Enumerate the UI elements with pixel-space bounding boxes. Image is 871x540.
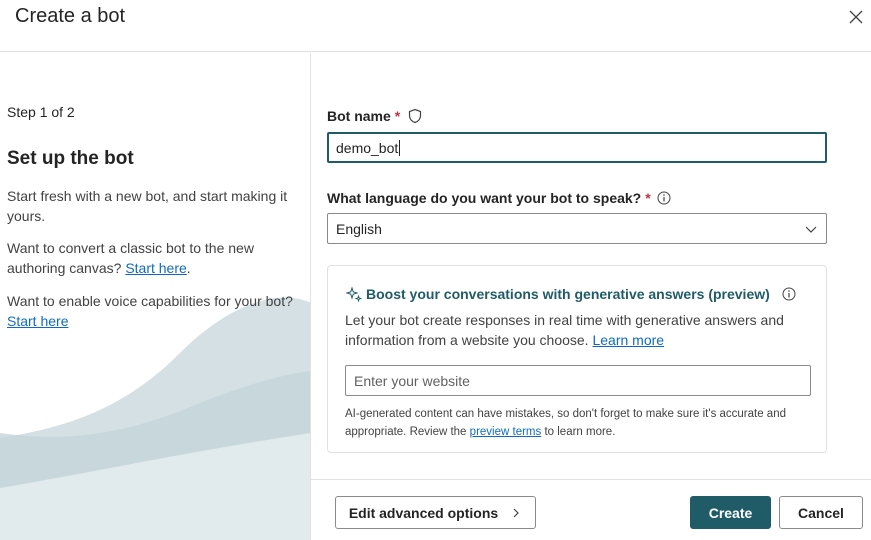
voice-start-link[interactable]: Start here (7, 313, 68, 329)
website-input[interactable] (345, 365, 811, 396)
close-button[interactable] (847, 8, 865, 26)
preview-terms-link[interactable]: preview terms (470, 426, 542, 438)
bot-name-value: demo_bot (336, 139, 399, 156)
advanced-label: Edit advanced options (348, 504, 499, 521)
create-button[interactable]: Create (690, 496, 771, 529)
convert-start-link[interactable]: Start here (125, 260, 186, 276)
step-label: Step 1 of 2 (7, 104, 75, 120)
sparkle-icon (346, 286, 362, 302)
required-mark: * (394, 108, 401, 124)
bot-name-input[interactable]: demo_bot (327, 132, 827, 163)
chevron-down-icon (805, 226, 817, 233)
cancel-button[interactable]: Cancel (779, 496, 863, 529)
left-pane: Step 1 of 2 Set up the bot Start fresh w… (0, 53, 311, 540)
language-label-text: What language do you want your bot to sp… (327, 190, 642, 206)
convert-text-suffix: . (186, 260, 191, 276)
info-icon[interactable] (657, 191, 671, 205)
language-value: English (336, 220, 382, 237)
generative-answers-card: Boost your conversations with generative… (327, 265, 827, 453)
generative-title: Boost your conversations with generative… (346, 286, 796, 302)
voice-text: Want to enable voice capabilities for yo… (7, 291, 303, 331)
generative-description-text: Let your bot create responses in real ti… (345, 312, 784, 348)
shield-icon (409, 108, 422, 124)
edit-advanced-options-button[interactable]: Edit advanced options (335, 496, 536, 529)
language-label: What language do you want your bot to sp… (327, 190, 671, 206)
close-icon (849, 10, 863, 24)
bot-name-label-text: Bot name (327, 108, 391, 124)
chevron-right-icon (513, 508, 520, 517)
intro-text: Start fresh with a new bot, and start ma… (7, 188, 288, 224)
dialog-title: Create a bot (15, 5, 126, 27)
language-select[interactable]: English (327, 213, 827, 244)
voice-text-body: Want to enable voice capabilities for yo… (7, 293, 293, 309)
disclaimer-suffix: to learn more. (544, 426, 616, 438)
generative-title-text: Boost your conversations with generative… (366, 286, 770, 302)
required-mark: * (645, 190, 651, 206)
info-icon[interactable] (782, 287, 796, 301)
generative-description: Let your bot create responses in real ti… (345, 310, 815, 350)
left-heading: Set up the bot (7, 148, 134, 169)
text-caret (399, 139, 401, 156)
dialog-header: Create a bot (0, 0, 871, 52)
dialog-footer: Edit advanced options Create Cancel (311, 479, 871, 540)
convert-text: Want to convert a classic bot to the new… (7, 238, 303, 278)
bot-name-label: Bot name * (327, 108, 423, 124)
ai-disclaimer: AI-generated content can have mistakes, … (345, 405, 815, 441)
right-pane: Bot name * demo_bot What language do you… (311, 53, 871, 540)
learn-more-link[interactable]: Learn more (592, 332, 664, 348)
